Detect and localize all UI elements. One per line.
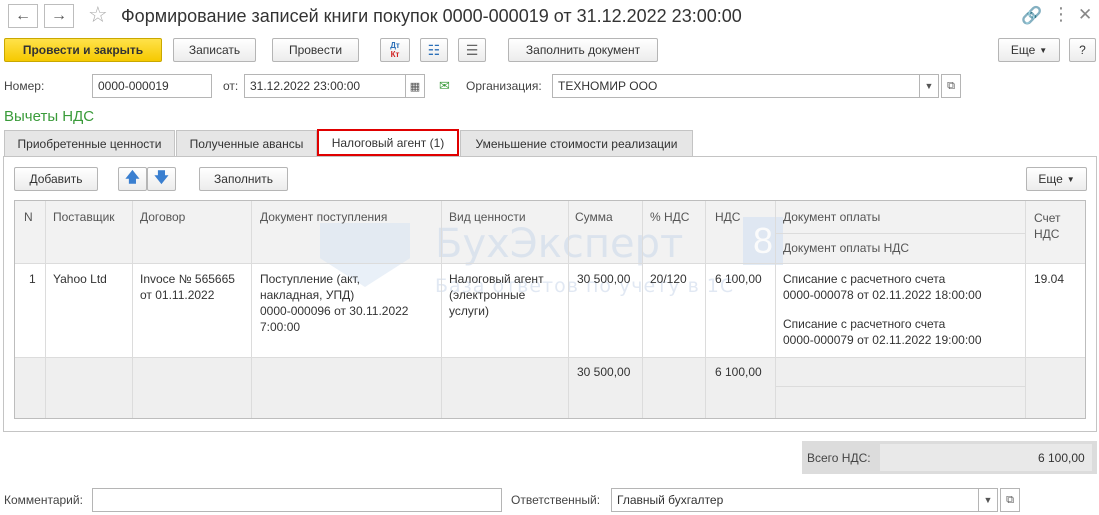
cell-n[interactable]: 1 — [29, 271, 36, 287]
col-header-value-type[interactable]: Вид ценности — [449, 210, 526, 224]
chevron-down-icon: ▼ — [924, 81, 934, 91]
cell-receipt-line1[interactable]: Поступление (акт, — [260, 271, 360, 287]
structure-button[interactable]: ☷ — [420, 38, 448, 62]
number-field[interactable]: 0000-000019 — [92, 74, 212, 98]
col-header-payment-doc-vat[interactable]: Документ оплаты НДС — [783, 241, 909, 255]
cell-amount[interactable]: 30 500,00 — [577, 271, 630, 287]
total-amount: 30 500,00 — [577, 365, 631, 379]
date-field[interactable]: 31.12.2022 23:00:00 — [244, 74, 406, 98]
col-header-vat-account[interactable]: Счет НДС — [1034, 210, 1082, 242]
link-icon[interactable]: 🔗 — [1021, 6, 1042, 26]
arrow-left-icon: ← — [15, 7, 31, 24]
more-button[interactable]: Еще ▼ — [998, 38, 1060, 62]
number-label: Номер: — [4, 79, 45, 93]
cell-vat-rate[interactable]: 20/120 — [650, 271, 687, 287]
window-title: Формирование записей книги покупок 0000-… — [121, 6, 742, 26]
report-button[interactable]: ☰ — [458, 38, 486, 62]
col-header-receipt-doc[interactable]: Документ поступления — [260, 210, 387, 224]
col-header-amount[interactable]: Сумма — [575, 210, 613, 224]
vat-deductions-table[interactable]: БухЭксперт 8 База ответов по учету в 1С … — [14, 200, 1086, 419]
fill-document-button[interactable]: Заполнить документ — [508, 38, 658, 62]
responsible-label: Ответственный: — [511, 493, 601, 507]
col-header-contract[interactable]: Договор — [140, 210, 185, 224]
responsible-dropdown-button[interactable]: ▼ — [978, 488, 998, 512]
col-header-vat[interactable]: НДС — [715, 210, 740, 224]
cell-receipt-line4[interactable]: 7:00:00 — [260, 319, 300, 335]
org-info-icon[interactable]: ✉ — [439, 78, 450, 94]
fill-button[interactable]: Заполнить — [199, 167, 288, 191]
col-header-supplier[interactable]: Поставщик — [53, 210, 115, 224]
col-header-vat-rate[interactable]: % НДС — [650, 210, 689, 224]
post-button[interactable]: Провести — [272, 38, 359, 62]
vat-total-label: Всего НДС: — [807, 451, 871, 465]
tab-received-advances[interactable]: Полученные авансы — [176, 130, 317, 156]
comment-field[interactable] — [92, 488, 502, 512]
help-button[interactable]: ? — [1069, 38, 1096, 62]
cell-value-type-line3[interactable]: услуги) — [449, 303, 489, 319]
total-vat: 6 100,00 — [715, 365, 762, 379]
tab-tax-agent[interactable]: Налоговый агент (1) — [317, 129, 459, 156]
arrow-up-icon: 🡅 — [125, 169, 140, 185]
arrow-right-icon: → — [51, 7, 67, 24]
cell-contract-line1[interactable]: Invoce № 565665 — [140, 271, 235, 287]
move-down-button[interactable]: 🡇 — [147, 167, 176, 191]
dt-kt-button[interactable]: Дт Кт — [380, 38, 410, 62]
post-and-close-button[interactable]: Провести и закрыть — [4, 38, 162, 62]
forward-button[interactable]: → — [44, 4, 74, 28]
calendar-button[interactable]: ▦ — [405, 74, 425, 98]
responsible-field[interactable]: Главный бухгалтер — [611, 488, 979, 512]
arrow-down-icon: 🡇 — [154, 169, 169, 185]
table-totals-row — [15, 357, 1085, 418]
cell-supplier[interactable]: Yahoo Ltd — [53, 271, 107, 287]
move-up-button[interactable]: 🡅 — [118, 167, 147, 191]
cell-payment2-line1[interactable]: Списание с расчетного счета — [783, 316, 945, 332]
comment-label: Комментарий: — [4, 493, 83, 507]
tab-acquired-values[interactable]: Приобретенные ценности — [4, 130, 175, 156]
responsible-open-button[interactable]: ⧉ — [1000, 488, 1020, 512]
tab-sales-cost-reduction[interactable]: Уменьшение стоимости реализации — [460, 130, 693, 156]
cell-payment1-line1[interactable]: Списание с расчетного счета — [783, 271, 945, 287]
list-icon: ☰ — [465, 41, 479, 58]
cell-vat-account[interactable]: 19.04 — [1034, 271, 1064, 287]
vat-total-value: 6 100,00 — [1038, 451, 1085, 465]
back-button[interactable]: ← — [8, 4, 38, 28]
table-more-button[interactable]: Еще ▼ — [1026, 167, 1087, 191]
col-header-n[interactable]: N — [24, 210, 33, 224]
chevron-down-icon: ▼ — [1039, 45, 1048, 55]
organization-field[interactable]: ТЕХНОМИР ООО — [552, 74, 920, 98]
more-label: Еще — [1010, 43, 1036, 57]
close-icon[interactable]: ✕ — [1078, 5, 1092, 25]
table-more-label: Еще — [1038, 172, 1063, 186]
open-icon: ⧉ — [1006, 493, 1014, 506]
dt-kt-icon: Дт Кт — [390, 41, 400, 59]
open-icon: ⧉ — [947, 79, 955, 92]
cell-vat[interactable]: 6 100,00 — [715, 271, 762, 287]
cell-value-type-line1[interactable]: Налоговый агент — [449, 271, 544, 287]
cell-payment2-line2[interactable]: 0000-000079 от 02.11.2022 19:00:00 — [783, 332, 982, 348]
calendar-icon: ▦ — [409, 80, 421, 93]
col-header-payment-doc[interactable]: Документ оплаты — [783, 210, 880, 224]
favorite-star-icon[interactable]: ☆ — [88, 2, 108, 28]
chevron-down-icon: ▼ — [983, 495, 993, 505]
cell-value-type-line2[interactable]: (электронные — [449, 287, 525, 303]
chevron-down-icon: ▼ — [1066, 174, 1075, 184]
cell-receipt-line3[interactable]: 0000-000096 от 30.11.2022 — [260, 303, 408, 319]
organization-dropdown-button[interactable]: ▼ — [919, 74, 939, 98]
cell-receipt-line2[interactable]: накладная, УПД) — [260, 287, 354, 303]
date-label: от: — [223, 79, 239, 93]
menu-dots-icon[interactable]: ⋮ — [1052, 4, 1070, 25]
organization-open-button[interactable]: ⧉ — [941, 74, 961, 98]
save-button[interactable]: Записать — [173, 38, 256, 62]
organization-label: Организация: — [466, 79, 542, 93]
hierarchy-icon: ☷ — [427, 41, 441, 58]
cell-payment1-line2[interactable]: 0000-000078 от 02.11.2022 18:00:00 — [783, 287, 982, 303]
watermark-digit: 8 — [743, 217, 783, 265]
section-title: Вычеты НДС — [4, 108, 95, 125]
cell-contract-line2[interactable]: от 01.11.2022 — [140, 287, 214, 303]
add-button[interactable]: Добавить — [14, 167, 98, 191]
